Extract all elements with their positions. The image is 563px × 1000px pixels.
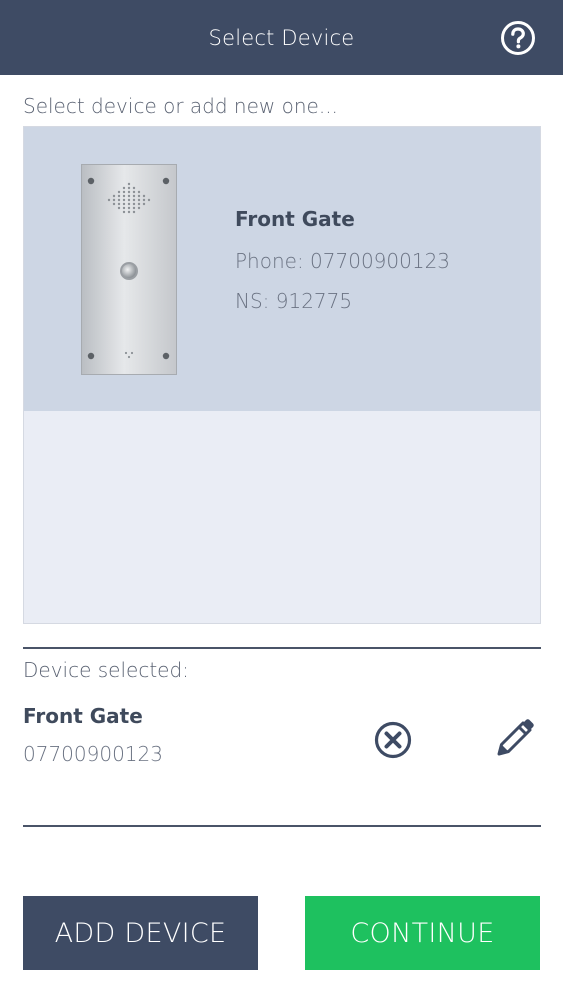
- device-phone: Phone: 07700900123: [235, 249, 451, 273]
- divider: [23, 647, 541, 649]
- continue-button[interactable]: CONTINUE: [305, 896, 540, 970]
- device-list: Front Gate Phone: 07700900123 NS: 912775: [23, 126, 541, 624]
- selected-device-name: Front Gate: [23, 704, 143, 728]
- app-header: Select Device: [0, 0, 563, 75]
- divider: [23, 825, 541, 827]
- page-title: Select Device: [208, 25, 355, 50]
- pencil-icon: [497, 719, 534, 756]
- help-button[interactable]: [500, 20, 536, 56]
- remove-device-button[interactable]: [373, 720, 413, 760]
- device-list-item[interactable]: Front Gate Phone: 07700900123 NS: 912775: [24, 127, 540, 411]
- intercom-panel-icon: [81, 164, 177, 375]
- add-device-button[interactable]: ADD DEVICE: [23, 896, 258, 970]
- device-name: Front Gate: [235, 207, 355, 231]
- close-circle-icon: [374, 721, 412, 759]
- selected-device-phone: 07700900123: [23, 742, 163, 766]
- select-device-prompt: Select device or add new one...: [23, 94, 338, 118]
- device-selected-label: Device selected:: [23, 658, 189, 682]
- device-ns: NS: 912775: [235, 289, 353, 313]
- device-info: Front Gate Phone: 07700900123 NS: 912775: [235, 207, 450, 313]
- edit-device-button[interactable]: [493, 716, 537, 760]
- question-circle-icon: [501, 21, 535, 55]
